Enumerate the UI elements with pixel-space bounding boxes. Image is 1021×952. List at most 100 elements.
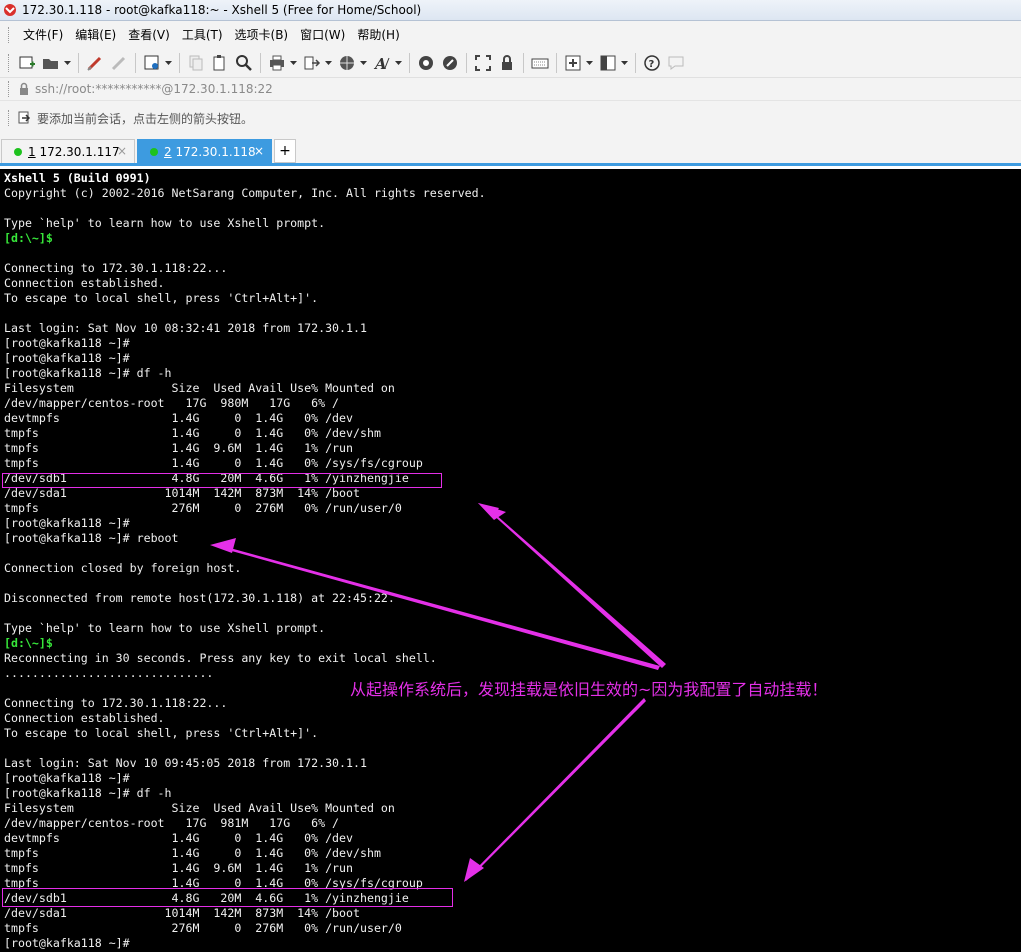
title-bar: 172.30.1.118 - root@kafka118:~ - Xshell …	[0, 0, 1021, 21]
connected-status-icon	[150, 147, 158, 156]
hint-text: 要添加当前会话，点击左侧的箭头按钮。	[37, 111, 254, 126]
transfer-dropdown-icon[interactable]	[324, 52, 332, 74]
terminal-line: tmpfs 1.4G 0 1.4G 0% /dev/shm	[4, 426, 381, 440]
terminal-line: Disconnected from remote host(172.30.1.1…	[4, 591, 395, 605]
fullscreen-icon[interactable]	[472, 52, 494, 74]
terminal-line: [root@kafka118 ~]#	[4, 351, 130, 365]
toolbar-separator	[179, 52, 180, 73]
menu-tools[interactable]: 工具(T)	[176, 26, 229, 43]
print-dropdown-icon[interactable]	[289, 52, 297, 74]
terminal-line: To escape to local shell, press 'Ctrl+Al…	[4, 291, 319, 305]
transfer-icon[interactable]	[301, 52, 323, 74]
paste-icon[interactable]	[209, 52, 231, 74]
menu-window[interactable]: 窗口(W)	[294, 26, 351, 43]
highlight-box-sdb1-second	[2, 888, 453, 907]
add-dropdown-icon[interactable]	[585, 52, 593, 74]
connected-status-icon	[14, 147, 22, 156]
xftp-icon[interactable]	[415, 52, 437, 74]
terminal-line: tmpfs 1.4G 9.6M 1.4G 1% /run	[4, 861, 354, 875]
menu-help[interactable]: 帮助(H)	[351, 26, 405, 43]
toolbar-separator	[409, 52, 410, 73]
globe-dropdown-icon[interactable]	[359, 52, 367, 74]
copy-icon[interactable]	[185, 52, 207, 74]
menu-tabs[interactable]: 选项卡(B)	[229, 26, 295, 43]
terminal-line: /dev/mapper/centos-root 17G 980M 17G 6% …	[4, 396, 340, 410]
toolbar-separator	[78, 52, 79, 73]
terminal-line: [root@kafka118 ~]#	[4, 336, 130, 350]
globe-icon[interactable]	[336, 52, 358, 74]
svg-text:?: ?	[649, 59, 655, 70]
add-session-arrow-icon[interactable]	[17, 111, 31, 125]
menubar-grip[interactable]	[8, 26, 11, 43]
tab-close-icon[interactable]: ×	[117, 144, 127, 158]
properties-dropdown-icon[interactable]	[164, 52, 172, 74]
terminal-line: Connection established.	[4, 711, 165, 725]
terminal-line: [root@kafka118 ~]#	[4, 936, 130, 950]
toolbar-grip[interactable]	[8, 53, 11, 72]
terminal-line: [root@kafka118 ~]# df -h	[4, 366, 172, 380]
terminal-line: Connection closed by foreign host.	[4, 561, 242, 575]
terminal-line: Filesystem Size Used Avail Use% Mounted …	[4, 381, 395, 395]
properties-icon[interactable]	[141, 52, 163, 74]
font-icon[interactable]: A	[371, 52, 393, 74]
toolbar-separator	[466, 52, 467, 73]
menu-view[interactable]: 查看(V)	[122, 26, 176, 43]
toolbar-separator	[523, 52, 524, 73]
open-dropdown-icon[interactable]	[63, 52, 71, 74]
tab-session-2[interactable]: 2 172.30.1.118 ×	[137, 139, 272, 163]
terminal-line: Type `help' to learn how to use Xshell p…	[4, 216, 326, 230]
window-title: 172.30.1.118 - root@kafka118:~ - Xshell …	[22, 3, 422, 17]
xmanager-icon[interactable]	[439, 52, 461, 74]
terminal-line: [root@kafka118 ~]# reboot	[4, 531, 179, 545]
terminal-line: tmpfs 1.4G 0 1.4G 0% /dev/shm	[4, 846, 381, 860]
open-folder-icon[interactable]	[40, 52, 62, 74]
toolbar-separator	[135, 52, 136, 73]
terminal-line: devtmpfs 1.4G 0 1.4G 0% /dev	[4, 411, 354, 425]
terminal-line: tmpfs 1.4G 9.6M 1.4G 1% /run	[4, 441, 354, 455]
terminal-line: Reconnecting in 30 seconds. Press any ke…	[4, 651, 437, 665]
svg-text:A: A	[373, 55, 387, 72]
reconnect-icon[interactable]	[84, 52, 106, 74]
hintbar-grip[interactable]	[8, 110, 11, 126]
tab-session-1[interactable]: 1 172.30.1.117 ×	[1, 139, 135, 163]
annotation-text: 从起操作系统后，发现挂载是依旧生效的~因为我配置了自动挂载！	[350, 680, 828, 699]
terminal-line: tmpfs 276M 0 276M 0% /run/user/0	[4, 501, 402, 515]
tab-close-icon[interactable]: ×	[254, 144, 264, 158]
add-icon[interactable]	[562, 52, 584, 74]
disconnect-icon[interactable]	[108, 52, 130, 74]
highlight-box-sdb1-first	[2, 473, 442, 488]
font-dropdown-icon[interactable]	[394, 52, 402, 74]
addressbar-grip[interactable]	[8, 81, 11, 97]
terminal-line: Connection established.	[4, 276, 165, 290]
chat-icon[interactable]	[665, 52, 687, 74]
layout-icon[interactable]	[597, 52, 619, 74]
terminal-line: Type `help' to learn how to use Xshell p…	[4, 621, 326, 635]
terminal-line: tmpfs 276M 0 276M 0% /run/user/0	[4, 921, 402, 935]
help-icon[interactable]: ?	[641, 52, 663, 74]
lock-icon[interactable]	[496, 52, 518, 74]
terminal-line: Connecting to 172.30.1.118:22...	[4, 696, 228, 710]
terminal-line: Copyright (c) 2002-2016 NetSarang Comput…	[4, 186, 486, 200]
terminal-pane[interactable]: Xshell 5 (Build 0991) Copyright (c) 2002-…	[0, 169, 1021, 952]
terminal-line: Filesystem Size Used Avail Use% Mounted …	[4, 801, 395, 815]
terminal-line: Connecting to 172.30.1.118:22...	[4, 261, 228, 275]
menu-file[interactable]: 文件(F)	[17, 26, 69, 43]
terminal-line: Xshell 5 (Build 0991)	[4, 171, 151, 185]
new-tab-button[interactable]: +	[274, 139, 296, 163]
menu-edit[interactable]: 编辑(E)	[69, 26, 122, 43]
address-field[interactable]: ssh://root:***********@172.30.1.118:22	[35, 82, 273, 96]
layout-dropdown-icon[interactable]	[620, 52, 628, 74]
tab-label: 1 172.30.1.117	[28, 144, 120, 159]
terminal-line: [d:\~]$	[4, 636, 53, 650]
print-icon[interactable]	[266, 52, 288, 74]
toolbar-separator	[260, 52, 261, 73]
new-session-icon[interactable]	[16, 52, 38, 74]
terminal-line: /dev/sda1 1014M 142M 873M 14% /boot	[4, 906, 360, 920]
terminal-line: Last login: Sat Nov 10 09:45:05 2018 fro…	[4, 756, 367, 770]
terminal-line: Last login: Sat Nov 10 08:32:41 2018 fro…	[4, 321, 367, 335]
session-hint-bar: 要添加当前会话，点击左侧的箭头按钮。	[0, 101, 1021, 135]
keyboard-icon[interactable]	[529, 52, 551, 74]
find-icon[interactable]	[233, 52, 255, 74]
terminal-line: devtmpfs 1.4G 0 1.4G 0% /dev	[4, 831, 354, 845]
toolbar: A ?	[0, 48, 1021, 78]
